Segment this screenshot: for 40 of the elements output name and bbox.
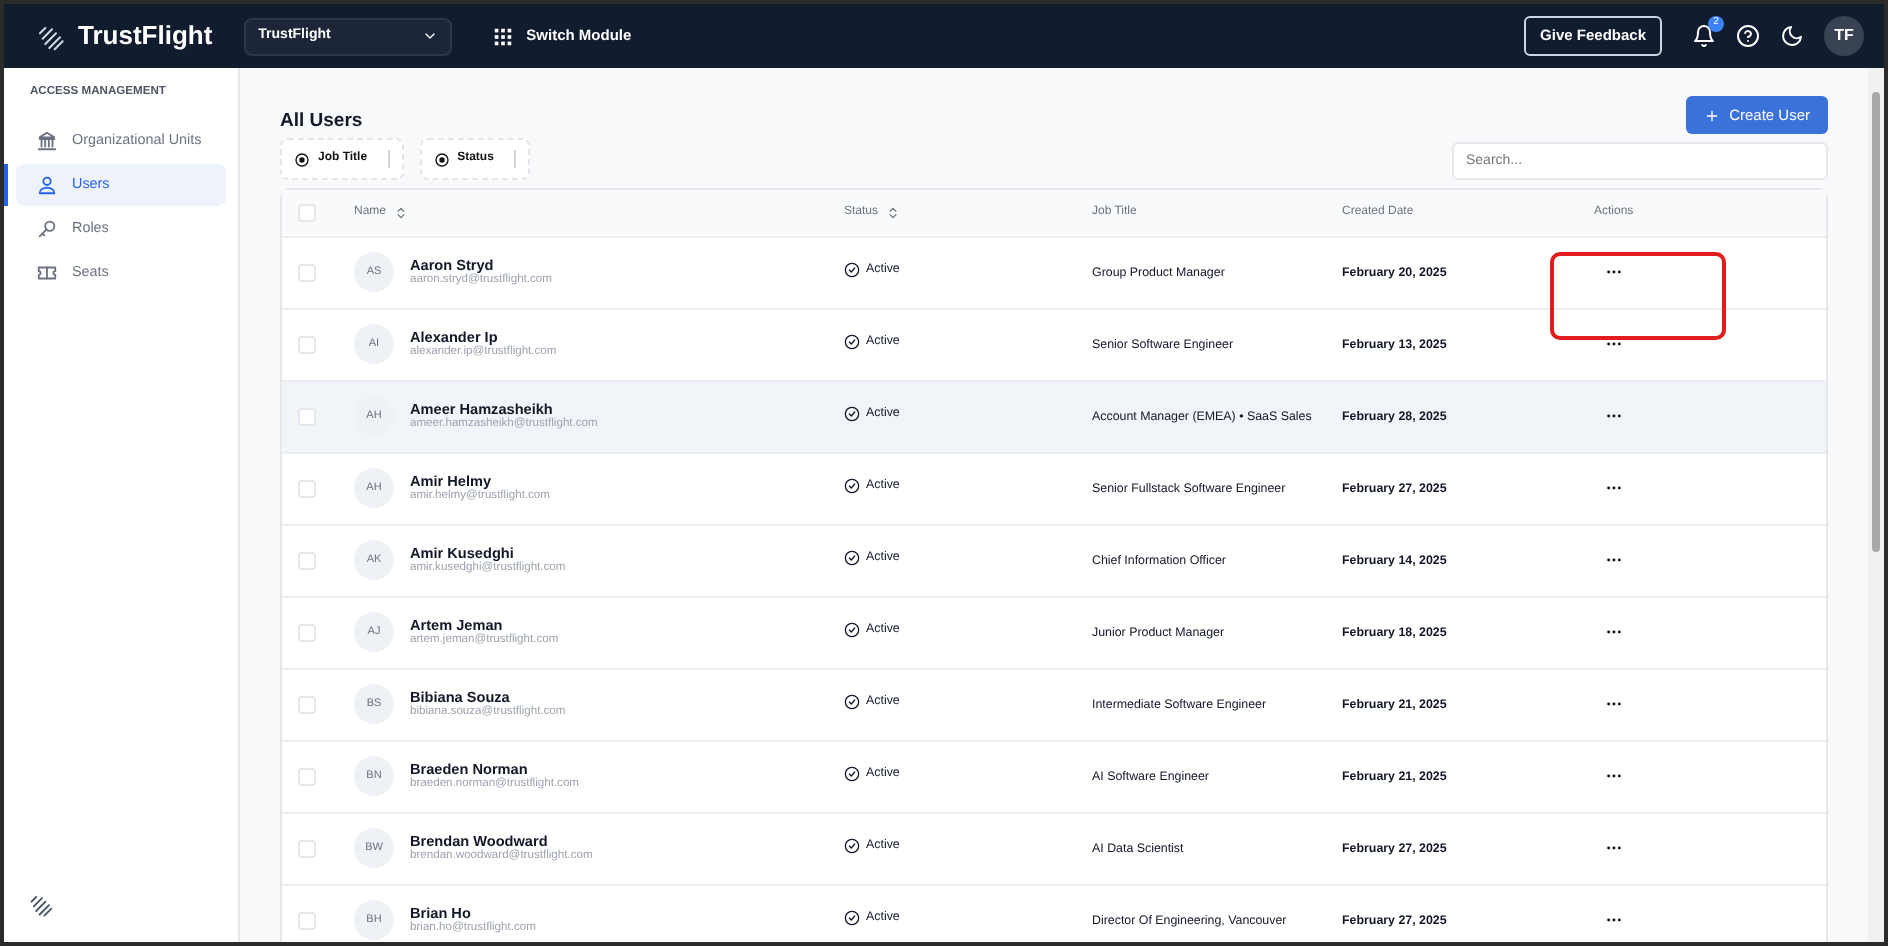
- check-circle-icon: [844, 549, 860, 566]
- brand-name: TrustFlight: [78, 18, 213, 55]
- check-circle-icon: [844, 333, 860, 350]
- sort-icon: [394, 206, 409, 220]
- sort-icon: [886, 206, 901, 220]
- row-checkbox[interactable]: [298, 695, 316, 714]
- plus-icon: [1703, 107, 1720, 123]
- check-circle-icon: [844, 765, 860, 782]
- grid-icon: [492, 25, 515, 47]
- check-circle-icon: [844, 405, 860, 422]
- help-button[interactable]: [1736, 24, 1760, 48]
- row-checkbox[interactable]: [298, 767, 316, 786]
- bell-icon: [1692, 24, 1716, 48]
- check-circle-icon: [844, 261, 860, 278]
- check-circle-icon: [844, 837, 860, 854]
- user-avatar[interactable]: TF: [1824, 16, 1864, 56]
- row-checkbox[interactable]: [298, 911, 316, 930]
- check-circle-icon: [844, 477, 860, 494]
- check-circle-icon: [844, 693, 860, 710]
- user-icon: [36, 173, 58, 196]
- chevron-down-icon: [422, 28, 439, 44]
- page-title: All Users: [280, 108, 363, 136]
- moon-icon: [1780, 24, 1804, 48]
- ticket-icon: [36, 261, 58, 284]
- bank-icon: [36, 129, 58, 152]
- key-icon: [36, 217, 58, 240]
- logo-icon: [28, 890, 56, 918]
- theme-toggle-button[interactable]: [1780, 24, 1804, 48]
- row-checkbox[interactable]: [298, 623, 316, 642]
- select-all-checkbox[interactable]: [298, 204, 316, 222]
- row-checkbox[interactable]: [298, 263, 316, 282]
- row-checkbox[interactable]: [298, 335, 316, 354]
- row-checkbox[interactable]: [298, 479, 316, 498]
- check-circle-icon: [844, 621, 860, 638]
- row-checkbox[interactable]: [298, 839, 316, 858]
- row-checkbox[interactable]: [298, 551, 316, 570]
- check-circle-icon: [844, 909, 860, 926]
- row-checkbox[interactable]: [298, 407, 316, 426]
- help-icon: [1736, 24, 1760, 48]
- scrollbar-thumb[interactable]: [1872, 92, 1880, 552]
